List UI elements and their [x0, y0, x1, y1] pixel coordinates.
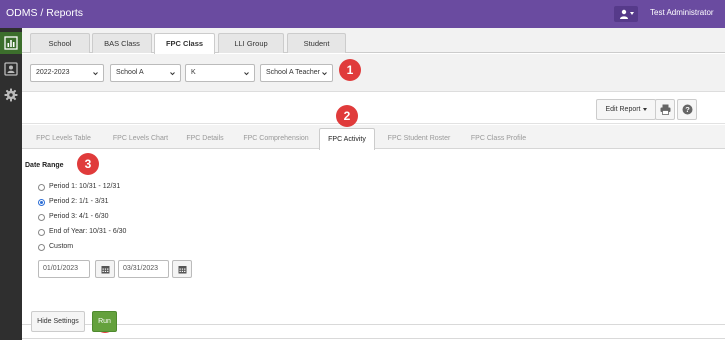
date-range-panel: Date Range 3 Period 1: 10/31 - 12/31 Per… — [22, 150, 725, 340]
chevron-down-icon — [630, 12, 634, 15]
bottom-divider — [22, 338, 725, 339]
subtab-fpc-class-profile[interactable]: FPC Class Profile — [462, 128, 535, 149]
end-date-calendar-button[interactable] — [172, 260, 192, 278]
chevron-down-icon — [170, 72, 175, 76]
grade-select[interactable]: K — [185, 64, 255, 82]
help-icon: ? — [682, 104, 693, 115]
tab-bas-class[interactable]: BAS Class — [92, 33, 152, 53]
user-name: Test Administrator — [650, 8, 714, 17]
end-of-year-radio[interactable] — [38, 229, 45, 236]
print-button[interactable] — [655, 99, 675, 120]
top-header-bar: ODMS / Reports Test Administrator — [0, 0, 725, 28]
custom-label: Custom — [49, 243, 74, 250]
divider — [22, 324, 725, 325]
app-title: ODMS / Reports — [6, 7, 84, 19]
chevron-down-icon — [642, 107, 647, 111]
main-content: School BAS Class FPC Class LLI Group Stu… — [22, 28, 725, 340]
chevron-down-icon — [322, 72, 327, 76]
sidebar-item-students[interactable] — [0, 58, 22, 80]
period-3-radio[interactable] — [38, 214, 45, 221]
chevron-down-icon — [93, 72, 98, 76]
filter-bar: 2022-2023 School A K School A Teacher 1 — [22, 54, 725, 92]
gear-icon — [4, 88, 18, 102]
start-date-input[interactable]: 01/01/2023 — [38, 260, 90, 278]
report-subtabs: FPC Levels Table FPC Levels Chart FPC De… — [22, 125, 725, 150]
subtab-fpc-levels-table[interactable]: FPC Levels Table — [26, 128, 101, 149]
user-icon — [620, 9, 628, 19]
callout-badge-2: 2 — [336, 105, 358, 127]
subtab-fpc-details[interactable]: FPC Details — [180, 128, 230, 149]
svg-text:?: ? — [685, 105, 690, 114]
tab-school[interactable]: School — [30, 33, 90, 53]
tab-fpc-class[interactable]: FPC Class — [154, 33, 215, 54]
year-select-value: 2022-2023 — [36, 69, 70, 76]
tab-lli-group[interactable]: LLI Group — [218, 33, 284, 53]
subtab-fpc-comprehension[interactable]: FPC Comprehension — [233, 128, 319, 149]
edit-report-label: Edit Report — [605, 106, 641, 113]
date-range-title: Date Range — [25, 162, 64, 169]
report-toolbar: Edit Report ? — [22, 95, 725, 124]
chart-icon — [4, 36, 18, 50]
teacher-select[interactable]: School A Teacher — [260, 64, 333, 82]
user-menu-button[interactable] — [614, 6, 638, 22]
end-date-input[interactable]: 03/31/2023 — [118, 260, 169, 278]
start-date-calendar-button[interactable] — [95, 260, 115, 278]
calendar-icon — [178, 266, 187, 274]
calendar-icon — [101, 266, 110, 274]
sidebar-item-settings[interactable] — [0, 84, 22, 106]
period-1-radio[interactable] — [38, 184, 45, 191]
subtab-fpc-activity[interactable]: FPC Activity — [319, 128, 375, 150]
sidebar — [0, 28, 22, 340]
callout-badge-1: 1 — [339, 59, 361, 81]
hide-settings-button[interactable]: Hide Settings — [31, 311, 85, 332]
subtab-fpc-student-roster[interactable]: FPC Student Roster — [379, 128, 459, 149]
teacher-select-value: School A Teacher — [266, 69, 320, 76]
run-button[interactable]: Run — [92, 311, 117, 332]
end-of-year-label: End of Year: 10/31 - 6/30 — [49, 228, 127, 235]
callout-badge-3: 3 — [77, 153, 99, 175]
chevron-down-icon — [244, 72, 249, 76]
help-button[interactable]: ? — [677, 99, 697, 120]
period-2-label: Period 2: 1/1 - 3/31 — [49, 198, 109, 205]
edit-report-button[interactable]: Edit Report — [596, 99, 656, 120]
print-icon — [660, 104, 671, 115]
school-select-value: School A — [116, 69, 144, 76]
sidebar-item-reports[interactable] — [0, 32, 22, 54]
custom-radio[interactable] — [38, 244, 45, 251]
school-select[interactable]: School A — [110, 64, 181, 82]
period-3-label: Period 3: 4/1 - 6/30 — [49, 213, 109, 220]
id-card-icon — [4, 62, 18, 76]
subtab-fpc-levels-chart[interactable]: FPC Levels Chart — [102, 128, 179, 149]
period-1-label: Period 1: 10/31 - 12/31 — [49, 183, 121, 190]
tab-student[interactable]: Student — [287, 33, 346, 53]
grade-select-value: K — [191, 69, 196, 76]
report-type-tabs: School BAS Class FPC Class LLI Group Stu… — [22, 28, 725, 54]
year-select[interactable]: 2022-2023 — [30, 64, 104, 82]
period-2-radio[interactable] — [38, 199, 45, 206]
